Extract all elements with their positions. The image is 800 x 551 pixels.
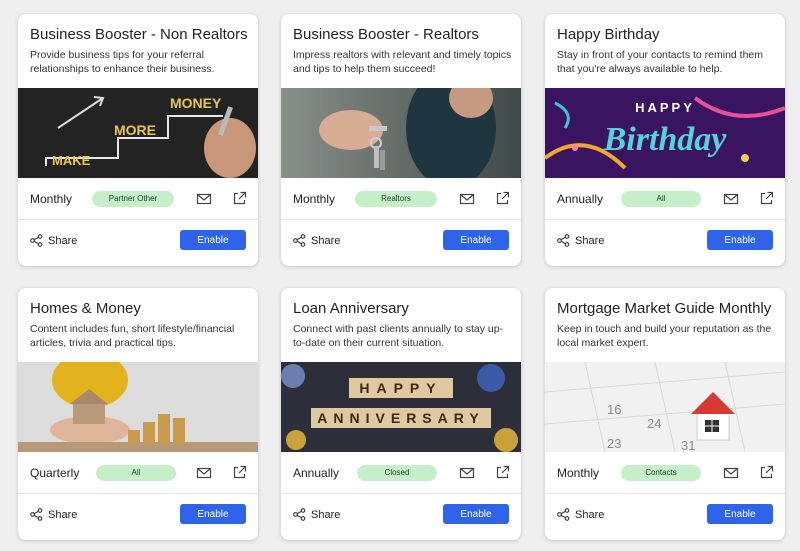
external-link-icon[interactable] xyxy=(759,465,774,480)
audience-badge: All xyxy=(621,191,701,207)
share-button[interactable]: Share xyxy=(557,234,604,247)
card-description: Connect with past clients annually to st… xyxy=(293,323,504,349)
external-link-icon[interactable] xyxy=(232,465,247,480)
audience-badge: Contacts xyxy=(621,465,701,481)
calendar-day-24: 24 xyxy=(647,416,661,431)
envelope-icon[interactable] xyxy=(196,192,212,206)
card-image: HAPPY Birthday xyxy=(545,88,785,178)
campaign-card-loan-anniversary: Loan Anniversary Connect with past clien… xyxy=(281,288,521,540)
enable-button[interactable]: Enable xyxy=(443,504,509,524)
external-link-icon[interactable] xyxy=(232,191,247,206)
card-description: Keep in touch and build your reputation … xyxy=(557,323,772,349)
card-title: Business Booster - Non Realtors xyxy=(30,26,248,43)
audience-badge: Partner Other xyxy=(92,191,174,207)
card-meta-row: Annually All xyxy=(545,178,785,220)
share-label: Share xyxy=(311,234,341,247)
image-word-money: MONEY xyxy=(170,95,222,111)
image-word-happy: HAPPY xyxy=(359,380,442,396)
campaign-card-mortgage-market-guide: Mortgage Market Guide Monthly Keep in to… xyxy=(545,288,785,540)
share-button[interactable]: Share xyxy=(30,234,77,247)
share-icon xyxy=(293,234,306,247)
card-image xyxy=(281,88,521,178)
frequency-label: Monthly xyxy=(557,466,600,480)
card-description: Impress realtors with relevant and timel… xyxy=(293,49,512,75)
card-image: 16 23 24 31 xyxy=(545,362,785,452)
card-image xyxy=(18,362,258,452)
card-description: Provide business tips for your referral … xyxy=(30,49,215,75)
campaign-card-business-booster-realtors: Business Booster - Realtors Impress real… xyxy=(281,14,521,266)
enable-button[interactable]: Enable xyxy=(180,230,246,250)
envelope-icon[interactable] xyxy=(723,466,739,480)
card-meta-row: Annually Closed xyxy=(281,452,521,494)
share-button[interactable]: Share xyxy=(557,508,604,521)
calendar-day-31: 31 xyxy=(681,438,695,452)
image-word-happy: HAPPY xyxy=(635,100,695,115)
card-image: MAKE MORE MONEY xyxy=(18,88,258,178)
share-label: Share xyxy=(48,508,78,521)
card-action-row: Share Enable xyxy=(18,220,258,262)
card-action-row: Share Enable xyxy=(545,494,785,536)
card-description: Stay in front of your contacts to remind… xyxy=(557,49,764,75)
image-word-make: MAKE xyxy=(52,153,91,168)
share-icon xyxy=(30,234,43,247)
enable-button[interactable]: Enable xyxy=(707,504,773,524)
frequency-label: Annually xyxy=(557,192,604,206)
enable-button[interactable]: Enable xyxy=(707,230,773,250)
card-title: Loan Anniversary xyxy=(293,300,409,317)
share-label: Share xyxy=(575,234,605,247)
share-button[interactable]: Share xyxy=(293,234,340,247)
share-icon xyxy=(30,508,43,521)
card-meta-row: Monthly Partner Other xyxy=(18,178,258,220)
card-title: Homes & Money xyxy=(30,300,141,317)
audience-badge: Closed xyxy=(357,465,437,481)
enable-button[interactable]: Enable xyxy=(443,230,509,250)
image-word-birthday: Birthday xyxy=(603,121,728,158)
external-link-icon[interactable] xyxy=(495,465,510,480)
frequency-label: Annually xyxy=(293,466,340,480)
frequency-label: Quarterly xyxy=(30,466,80,480)
envelope-icon[interactable] xyxy=(459,466,475,480)
share-label: Share xyxy=(311,508,341,521)
card-title: Business Booster - Realtors xyxy=(293,26,479,43)
campaign-grid: Business Booster - Non Realtors Provide … xyxy=(0,0,800,551)
image-word-anniversary: ANNIVERSARY xyxy=(317,410,484,426)
enable-button[interactable]: Enable xyxy=(180,504,246,524)
card-action-row: Share Enable xyxy=(281,494,521,536)
card-title: Happy Birthday xyxy=(557,26,660,43)
card-title: Mortgage Market Guide Monthly xyxy=(557,300,772,317)
frequency-label: Monthly xyxy=(293,192,336,206)
image-word-more: MORE xyxy=(114,122,156,138)
envelope-icon[interactable] xyxy=(723,192,739,206)
audience-badge: All xyxy=(96,465,176,481)
share-label: Share xyxy=(48,234,78,247)
share-icon xyxy=(557,508,570,521)
card-action-row: Share Enable xyxy=(281,220,521,262)
envelope-icon[interactable] xyxy=(196,466,212,480)
campaign-card-happy-birthday: Happy Birthday Stay in front of your con… xyxy=(545,14,785,266)
external-link-icon[interactable] xyxy=(495,191,510,206)
share-icon xyxy=(293,508,306,521)
card-description: Content includes fun, short lifestyle/fi… xyxy=(30,323,235,349)
audience-badge: Realtors xyxy=(355,191,437,207)
card-action-row: Share Enable xyxy=(545,220,785,262)
card-meta-row: Monthly Contacts xyxy=(545,452,785,494)
share-button[interactable]: Share xyxy=(30,508,77,521)
external-link-icon[interactable] xyxy=(759,191,774,206)
card-image: HAPPY ANNIVERSARY xyxy=(281,362,521,452)
share-button[interactable]: Share xyxy=(293,508,340,521)
calendar-day-16: 16 xyxy=(607,402,621,417)
campaign-card-homes-money: Homes & Money Content includes fun, shor… xyxy=(18,288,258,540)
share-label: Share xyxy=(575,508,605,521)
card-action-row: Share Enable xyxy=(18,494,258,536)
share-icon xyxy=(557,234,570,247)
frequency-label: Monthly xyxy=(30,192,73,206)
calendar-day-23: 23 xyxy=(607,436,621,451)
campaign-card-business-booster-non-realtors: Business Booster - Non Realtors Provide … xyxy=(18,14,258,266)
card-meta-row: Quarterly All xyxy=(18,452,258,494)
envelope-icon[interactable] xyxy=(459,192,475,206)
card-meta-row: Monthly Realtors xyxy=(281,178,521,220)
